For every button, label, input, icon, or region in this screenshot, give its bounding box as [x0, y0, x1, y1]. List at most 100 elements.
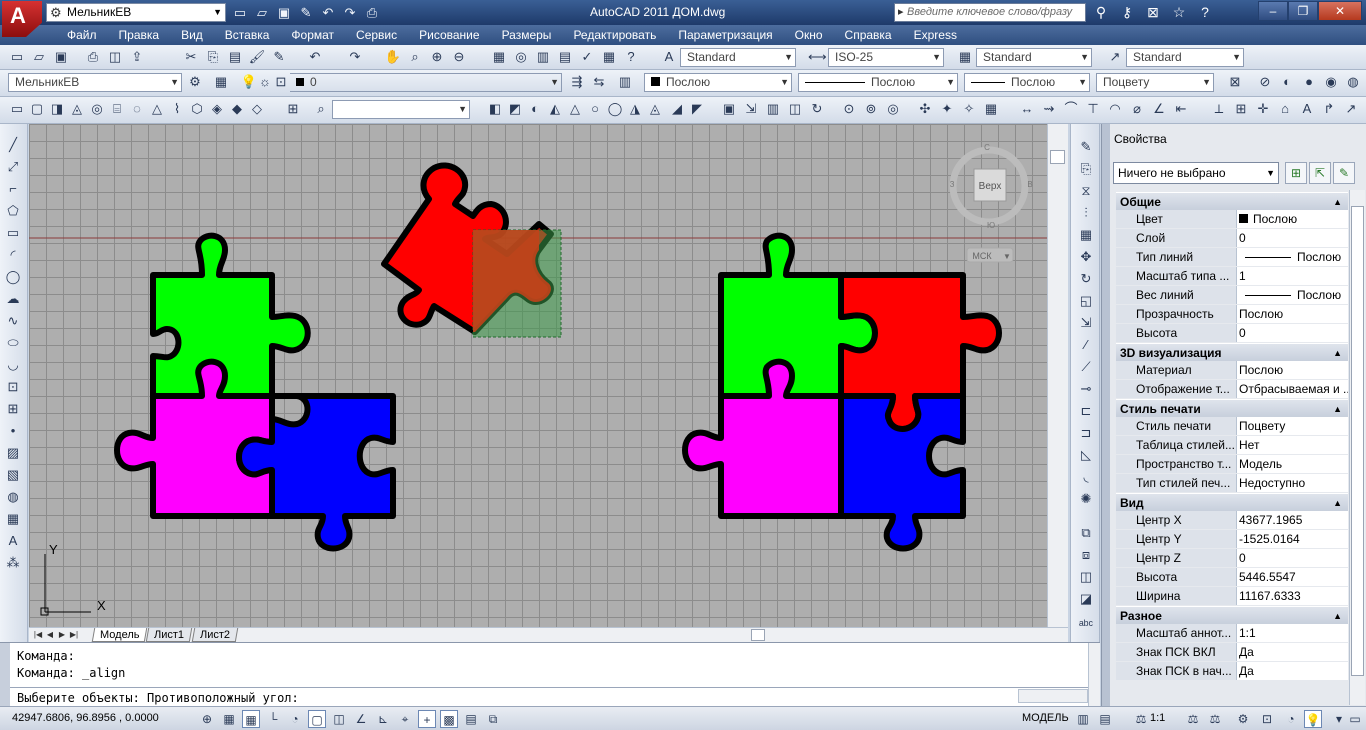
property-value[interactable]: Поцвету [1236, 417, 1348, 435]
property-value[interactable]: Послою [1236, 286, 1348, 304]
menu-item-help[interactable]: Справка [834, 25, 903, 45]
property-row[interactable]: Материал Послою [1116, 361, 1348, 380]
chain3-icon[interactable]: ◎ [884, 100, 902, 118]
design-center-icon[interactable]: ◎ [512, 48, 530, 66]
model-space-button[interactable]: МОДЕЛЬ [1022, 712, 1069, 724]
plot-icon[interactable]: ⎙ [84, 48, 102, 66]
tab-sheet2[interactable]: Лист2 [191, 628, 238, 642]
property-value[interactable]: 1:1 [1236, 624, 1348, 642]
property-value[interactable]: 0 [1236, 549, 1348, 567]
cylinder-icon[interactable]: ⌸ [108, 100, 126, 118]
tab-sheet1[interactable]: Лист1 [146, 628, 193, 642]
command-horizontal-scroll[interactable] [1018, 689, 1088, 703]
show-lineweight-icon[interactable]: + [418, 710, 436, 728]
save-icon[interactable]: ▣ [52, 48, 70, 66]
preview-icon[interactable]: ◫ [106, 48, 124, 66]
publish-icon[interactable]: ⇪ [128, 48, 146, 66]
next-tab-icon[interactable]: ▶ [56, 629, 68, 641]
property-row[interactable]: Тип стилей печ... Недоступно [1116, 474, 1348, 493]
layer-properties-icon[interactable]: ▦ [212, 73, 230, 91]
workspace-switch-icon[interactable]: ⚙ [1234, 710, 1252, 728]
markup-icon[interactable]: ✓ [578, 48, 596, 66]
properties-scrollbar[interactable] [1349, 190, 1365, 705]
property-value[interactable]: Послою [1236, 305, 1348, 323]
match-properties-icon[interactable]: 🖌 [248, 48, 266, 66]
rotate-face-icon[interactable]: ↻ [808, 100, 826, 118]
construction-line-icon[interactable]: ⤢ [4, 158, 22, 176]
infer-constraints-icon[interactable]: ⊕ [198, 710, 216, 728]
orbit3-icon[interactable]: ✧ [960, 100, 978, 118]
menu-item-draw[interactable]: Рисование [408, 25, 490, 45]
property-row[interactable]: Вес линий Послою [1116, 286, 1348, 305]
command-scrollbar[interactable] [1088, 643, 1100, 707]
orbit-icon[interactable]: ✣ [916, 100, 934, 118]
draworder-back-icon[interactable]: ⧈ [1077, 546, 1095, 564]
circle-icon[interactable]: ◯ [4, 268, 22, 286]
3d-grid-icon[interactable]: ▦ [982, 100, 1000, 118]
save-icon[interactable]: ▣ [274, 3, 294, 22]
property-row[interactable]: Знак ПСК в нач... Да [1116, 662, 1348, 681]
render-icon[interactable]: ◉ [1322, 73, 1340, 91]
property-row[interactable]: Стиль печати Поцвету [1116, 417, 1348, 436]
minimize-button[interactable]: – [1258, 1, 1288, 21]
color-select[interactable]: Послою ▼ [644, 73, 792, 92]
menu-item-window[interactable]: Окно [784, 25, 834, 45]
sphere-icon[interactable]: ◎ [88, 100, 106, 118]
property-value[interactable]: Отбрасываемая и ... [1236, 380, 1348, 398]
properties-section-header[interactable]: Общие ▲ [1116, 192, 1348, 210]
ortho-mode-icon[interactable]: └ [264, 710, 282, 728]
zoom-window-icon[interactable]: ⊕ [428, 48, 446, 66]
dynamic-ucs-icon[interactable]: ⊾ [374, 710, 392, 728]
pickadd-icon[interactable]: ⊞ [1285, 162, 1307, 184]
property-row[interactable]: Прозрачность Послою [1116, 305, 1348, 324]
dim-angular-icon[interactable]: ∠ [1150, 100, 1168, 118]
join-icon[interactable]: ⊐ [1077, 424, 1095, 442]
collapse-icon[interactable]: ▲ [1333, 344, 1342, 362]
polysolid-icon[interactable]: ▭ [8, 100, 26, 118]
gradient-icon[interactable]: ▧ [4, 466, 22, 484]
clean-screen-icon[interactable]: ▭ [1346, 710, 1364, 728]
sheet-set-icon[interactable]: ▤ [556, 48, 574, 66]
draworder-icon[interactable]: ⧉ [1077, 524, 1095, 542]
workspace-combo[interactable]: МельникЕВ ▼ [8, 73, 182, 92]
text-style-select[interactable]: Standard ▼ [680, 48, 796, 67]
print-icon[interactable]: ⎙ [362, 3, 382, 22]
property-row[interactable]: Знак ПСК ВКЛ Да [1116, 643, 1348, 662]
last-tab-icon[interactable]: ▶| [68, 629, 80, 641]
box-icon[interactable]: ▢ [28, 100, 46, 118]
property-row[interactable]: Слой 0 [1116, 229, 1348, 248]
collapse-icon[interactable]: ▲ [1333, 400, 1342, 418]
view-select[interactable]: ▼ [332, 100, 470, 119]
workspace-select[interactable]: ⚙ МельникЕВ ▼ [46, 3, 226, 22]
visual-style-icon[interactable]: ◐ [1278, 73, 1296, 91]
spot-icon[interactable]: ◬ [646, 100, 664, 118]
lock-icon[interactable]: ⊡ [1258, 710, 1276, 728]
no-render-icon[interactable]: ⊘ [1256, 73, 1274, 91]
point-icon[interactable]: • [4, 422, 22, 440]
subtract-icon[interactable]: ◩ [506, 100, 524, 118]
vertical-scroll-thumb[interactable] [1050, 150, 1065, 164]
wedge-icon[interactable]: ◢ [668, 100, 686, 118]
undo-icon[interactable]: ↶ [318, 3, 338, 22]
hatch-icon[interactable]: ▨ [4, 444, 22, 462]
menu-item-tools[interactable]: Сервис [345, 25, 408, 45]
command-prompt[interactable]: Выберите объекты: Противоположный угол: [17, 691, 299, 705]
menu-item-modify[interactable]: Редактировать [562, 25, 667, 45]
table-style-select[interactable]: Standard ▼ [976, 48, 1092, 67]
property-row[interactable]: Пространство т... Модель [1116, 455, 1348, 474]
move-face-icon[interactable]: ⇲ [742, 100, 760, 118]
selection-select[interactable]: Ничего не выбрано ▼ [1113, 162, 1279, 184]
mleader-style-select[interactable]: Standard ▼ [1126, 48, 1244, 67]
line-icon[interactable]: ╱ [4, 136, 22, 154]
menu-item-edit[interactable]: Правка [108, 25, 171, 45]
property-value[interactable]: -1525.0164 [1236, 530, 1348, 548]
restore-button[interactable]: ❐ [1288, 1, 1318, 21]
plotstyle-select[interactable]: Поцвету ▼ [1096, 73, 1214, 92]
menu-item-insert[interactable]: Вставка [214, 25, 281, 45]
property-row[interactable]: Цвет Послою [1116, 210, 1348, 229]
erase-icon[interactable]: ✎ [1077, 138, 1095, 156]
properties-icon[interactable]: ▦ [490, 48, 508, 66]
save-as-icon[interactable]: ✎ [296, 3, 316, 22]
table-icon[interactable]: ▦ [4, 510, 22, 528]
selection-cycling-icon[interactable]: ⧉ [484, 710, 502, 728]
